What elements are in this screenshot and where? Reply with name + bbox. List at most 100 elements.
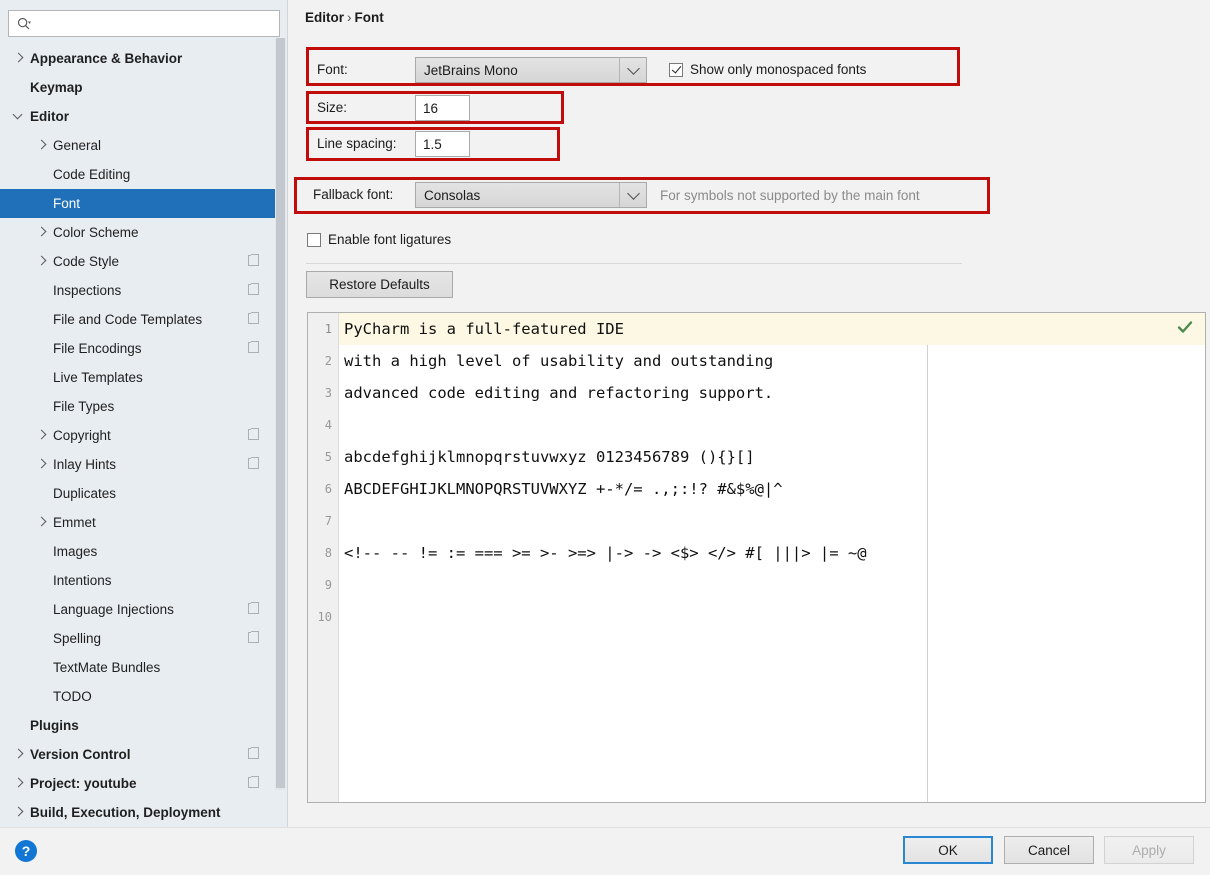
font-combobox[interactable]: JetBrains Mono [415, 57, 647, 83]
restore-defaults-button[interactable]: Restore Defaults [306, 271, 453, 298]
copy-settings-icon[interactable] [248, 602, 259, 614]
sidebar-item-images[interactable]: Images [0, 537, 275, 566]
chevron-right-icon[interactable] [36, 516, 48, 528]
sidebar-item-editor[interactable]: Editor [0, 102, 275, 131]
search-field[interactable] [8, 10, 280, 37]
copy-settings-icon[interactable] [248, 747, 259, 759]
sidebar-item-build-execution-deployment[interactable]: Build, Execution, Deployment [0, 798, 275, 827]
sidebar-item-font[interactable]: Font [0, 189, 275, 218]
copy-settings-icon[interactable] [248, 312, 259, 324]
chevron-right-icon[interactable] [13, 748, 25, 760]
sidebar-item-intentions[interactable]: Intentions [0, 566, 275, 595]
sidebar-item-plugins[interactable]: Plugins [0, 711, 275, 740]
sidebar-item-language-injections[interactable]: Language Injections [0, 595, 275, 624]
sidebar-item-code-editing[interactable]: Code Editing [0, 160, 275, 189]
sidebar-item-code-style[interactable]: Code Style [0, 247, 275, 276]
copy-settings-icon[interactable] [248, 283, 259, 295]
line-text: <!-- -- != := === >= >- >=> |-> -> <$> <… [344, 544, 867, 562]
sidebar-item-copyright[interactable]: Copyright [0, 421, 275, 450]
sidebar-item-live-templates[interactable]: Live Templates [0, 363, 275, 392]
sidebar-item-appearance-behavior[interactable]: Appearance & Behavior [0, 44, 275, 73]
chevron-right-icon[interactable] [13, 806, 25, 818]
sidebar-item-duplicates[interactable]: Duplicates [0, 479, 275, 508]
line-number: 4 [324, 418, 332, 432]
line-spacing-input[interactable]: 1.5 [415, 131, 470, 157]
ligatures-checkbox[interactable] [307, 232, 321, 247]
line-number: 5 [324, 450, 332, 464]
ok-button-label: OK [938, 842, 958, 858]
breadcrumb-parent[interactable]: Editor [305, 10, 344, 25]
sidebar-item-todo[interactable]: TODO [0, 682, 275, 711]
font-combobox-value: JetBrains Mono [424, 62, 518, 78]
line-number: 8 [324, 546, 332, 560]
sidebar-item-label: Version Control [30, 747, 131, 762]
sidebar-item-file-encodings[interactable]: File Encodings [0, 334, 275, 363]
editor-code-area[interactable]: 1 PyCharm is a full-featured IDE 2 with a h… [318, 313, 1205, 802]
sidebar-item-textmate-bundles[interactable]: TextMate Bundles [0, 653, 275, 682]
monospaced-checkbox[interactable] [669, 62, 683, 77]
sidebar-item-keymap[interactable]: Keymap [0, 73, 275, 102]
monospaced-checkbox-row[interactable]: Show only monospaced fonts [669, 62, 866, 77]
chevron-right-icon[interactable] [36, 139, 48, 151]
editor-line: 1 PyCharm is a full-featured IDE [325, 313, 1205, 345]
chevron-right-icon[interactable] [36, 458, 48, 470]
sidebar-scrollbar-thumb[interactable] [276, 38, 285, 788]
chevron-down-icon[interactable] [619, 58, 646, 82]
sidebar-item-file-types[interactable]: File Types [0, 392, 275, 421]
line-number: 7 [324, 514, 332, 528]
font-preview-editor[interactable]: 1 PyCharm is a full-featured IDE 2 with a h… [307, 312, 1206, 803]
fallback-font-label: Fallback font: [313, 187, 394, 202]
line-text: advanced code editing and refactoring su… [344, 384, 774, 402]
line-text [339, 576, 344, 594]
editor-line: 6 ABCDEFGHIJKLMNOPQRSTUVWXYZ +-*/= .,;:!?… [325, 473, 1205, 505]
cancel-button-label: Cancel [1027, 842, 1071, 858]
sidebar-item-label: Inlay Hints [53, 457, 117, 472]
line-number: 3 [324, 386, 332, 400]
sidebar-item-spelling[interactable]: Spelling [0, 624, 275, 653]
sidebar-item-color-scheme[interactable]: Color Scheme [0, 218, 275, 247]
breadcrumb: Editor › Font [305, 10, 384, 25]
sidebar-item-emmet[interactable]: Emmet [0, 508, 275, 537]
sidebar-item-label: Intentions [53, 573, 112, 588]
size-input[interactable]: 16 [415, 95, 470, 121]
sidebar-item-inlay-hints[interactable]: Inlay Hints [0, 450, 275, 479]
ligatures-checkbox-row[interactable]: Enable font ligatures [307, 232, 451, 247]
green-check-icon [1177, 319, 1193, 338]
chevron-right-icon[interactable] [36, 429, 48, 441]
fallback-font-combobox[interactable]: Consolas [415, 182, 647, 208]
search-icon [17, 17, 31, 31]
copy-settings-icon[interactable] [248, 631, 259, 643]
chevron-down-icon[interactable] [12, 109, 25, 122]
sidebar-item-file-and-code-templates[interactable]: File and Code Templates [0, 305, 275, 334]
line-text [339, 416, 344, 434]
sidebar-item-label: File Encodings [53, 341, 142, 356]
sidebar-item-inspections[interactable]: Inspections [0, 276, 275, 305]
settings-main-panel: Editor › Font Font: JetBrains Mono Show on… [288, 0, 1210, 828]
copy-settings-icon[interactable] [248, 776, 259, 788]
settings-tree[interactable]: Appearance & Behavior Keymap Editor General… [0, 44, 275, 828]
chevron-right-icon[interactable] [13, 777, 25, 789]
chevron-right-icon[interactable] [13, 52, 25, 64]
sidebar-item-general[interactable]: General [0, 131, 275, 160]
size-value: 16 [423, 100, 439, 116]
help-icon[interactable]: ? [15, 840, 37, 862]
line-text: ABCDEFGHIJKLMNOPQRSTUVWXYZ +-*/= .,;:!? … [344, 480, 783, 498]
copy-settings-icon[interactable] [248, 428, 259, 440]
search-input[interactable] [35, 15, 259, 32]
copy-settings-icon[interactable] [248, 341, 259, 353]
editor-line: 10 [318, 601, 1205, 633]
ok-button[interactable]: OK [903, 836, 993, 864]
chevron-down-icon[interactable] [619, 183, 646, 207]
sidebar-item-project-youtube[interactable]: Project: youtube [0, 769, 275, 798]
sidebar-item-label: Project: youtube [30, 776, 137, 791]
cancel-button[interactable]: Cancel [1004, 836, 1094, 864]
chevron-right-icon[interactable] [36, 226, 48, 238]
line-number: 2 [324, 354, 332, 368]
copy-settings-icon[interactable] [248, 254, 259, 266]
sidebar-item-version-control[interactable]: Version Control [0, 740, 275, 769]
section-divider [306, 263, 962, 264]
editor-lines: 1 PyCharm is a full-featured IDE 2 with a h… [318, 313, 1205, 633]
chevron-right-icon[interactable] [36, 255, 48, 267]
copy-settings-icon[interactable] [248, 457, 259, 469]
line-text: abcdefghijklmnopqrstuvwxyz 0123456789 ()… [344, 448, 755, 466]
